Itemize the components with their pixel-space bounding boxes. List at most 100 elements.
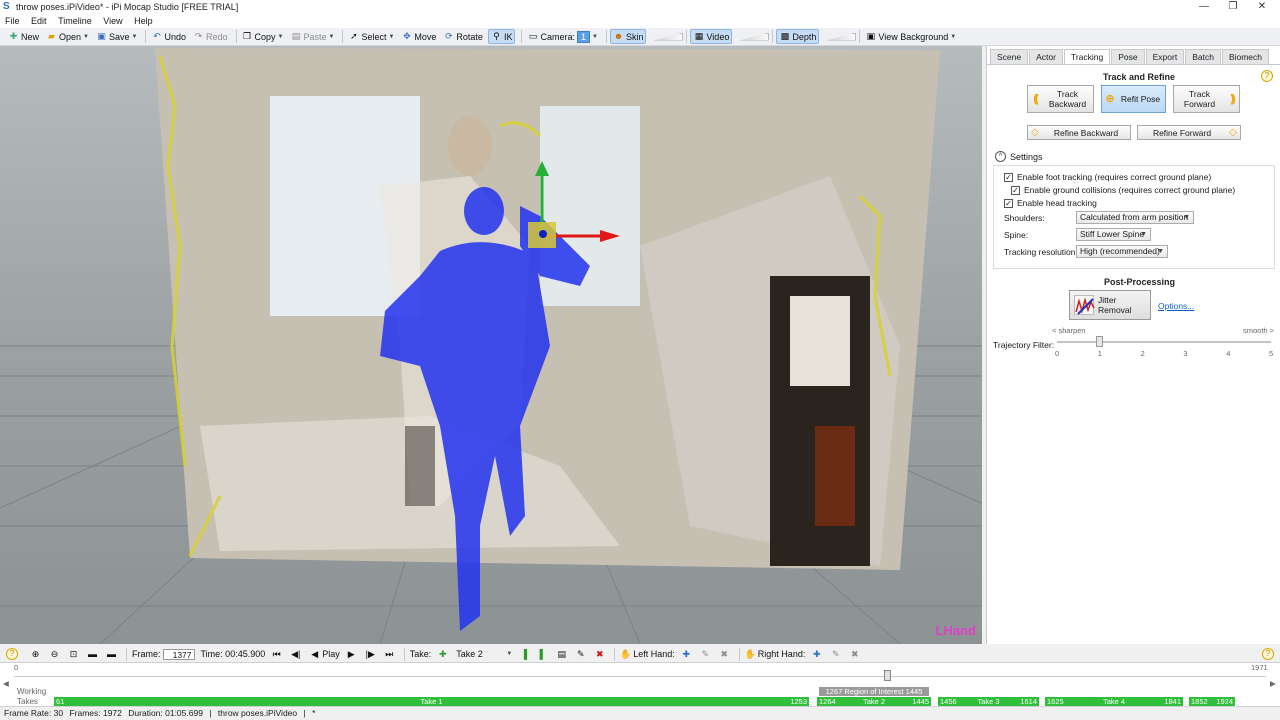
take-segment[interactable]: 61 Take 1 1253 — [54, 697, 809, 706]
paste-button[interactable]: ▤ Paste ▼ — [288, 29, 336, 44]
title-bar: S throw poses.iPiVideo* - iPi Mocap Stud… — [0, 0, 1280, 15]
minimize-button[interactable]: — — [1196, 1, 1212, 13]
tracking-resolution-select[interactable]: High (recommended) ▼ — [1076, 245, 1168, 258]
play-button[interactable]: ▶ — [344, 647, 361, 662]
menu-file[interactable]: File — [5, 15, 20, 28]
ground-collisions-checkbox[interactable]: ✓ Enable ground collisions (requires cor… — [1011, 185, 1235, 195]
take-tool-1[interactable]: ▐ — [516, 647, 533, 662]
playhead[interactable] — [884, 670, 891, 681]
step-back-button[interactable]: ◀| — [288, 647, 305, 662]
view-background-button[interactable]: ▣ View Background ▼ — [863, 29, 958, 44]
help-icon[interactable]: ? — [1261, 70, 1273, 82]
settings-toggle[interactable]: ^ Settings — [995, 151, 1043, 162]
3d-viewport[interactable]: LHand — [0, 46, 982, 644]
frame-field: Frame: 1377 — [130, 647, 197, 662]
right-hand-add-button[interactable]: ✚ — [809, 647, 826, 662]
right-hand-delete-button[interactable]: ✖ — [847, 647, 864, 662]
take-tool-2[interactable]: ▌ — [535, 647, 552, 662]
depth-opacity-slider[interactable] — [826, 32, 857, 41]
delete-take-button[interactable]: ✖ — [592, 647, 609, 662]
take-segment[interactable]: 1264 Take 2 1445 — [817, 697, 931, 706]
delete-icon: ✖ — [595, 648, 604, 659]
video-person-legs — [405, 426, 435, 506]
jitter-removal-button[interactable]: Jitter Removal — [1069, 290, 1151, 320]
move-button[interactable]: ✥ Move — [399, 29, 438, 44]
new-button[interactable]: ✚ New — [6, 29, 41, 44]
skin-toggle[interactable]: ☻ Skin — [609, 29, 647, 44]
depth-toggle[interactable]: ▩ Depth — [776, 29, 820, 44]
zoom-in-button[interactable]: ⊕ — [28, 647, 45, 662]
camera-selector[interactable]: ▭ Camera: 1 ▼ — [525, 29, 599, 44]
open-button[interactable]: ▰ Open ▼ — [44, 29, 91, 44]
take-segment[interactable]: 1852 1924 — [1189, 697, 1235, 706]
timeline[interactable]: 0 1971 ◀ ▶ Working Takes 1267 Region of … — [0, 662, 1280, 706]
take-segment[interactable]: 1625 Take 4 1841 — [1045, 697, 1183, 706]
camera-number[interactable]: 1 — [576, 30, 590, 43]
rotate-button[interactable]: ⟳ Rotate — [441, 29, 485, 44]
refine-forward-button[interactable]: Refine Forward ◇ — [1137, 125, 1241, 140]
tab-tracking[interactable]: Tracking — [1063, 49, 1111, 65]
tab-actor[interactable]: Actor — [1029, 49, 1063, 64]
tab-biomech[interactable]: Biomech — [1221, 49, 1270, 64]
right-hand-edit-button[interactable]: ✎ — [828, 647, 845, 662]
scene-render — [0, 48, 982, 644]
frame-input[interactable]: 1377 — [162, 648, 195, 660]
trajectory-filter-track[interactable] — [1057, 341, 1271, 343]
tab-export[interactable]: Export — [1145, 49, 1185, 64]
target-icon: ⊕ — [1105, 93, 1114, 105]
scroll-left-icon[interactable]: ◀ — [3, 679, 9, 688]
help-icon[interactable]: ? — [1262, 648, 1274, 660]
save-button[interactable]: ▣ Save ▼ — [94, 29, 139, 44]
step-forward-button[interactable]: |▶ — [363, 647, 380, 662]
trajectory-filter-thumb[interactable] — [1095, 336, 1103, 347]
go-start-button[interactable]: ⏮ — [269, 647, 286, 662]
spine-select[interactable]: Stiff Lower Spine ▼ — [1076, 228, 1151, 241]
add-take-button[interactable]: ✚ — [435, 647, 452, 662]
plus-icon: ✚ — [438, 648, 447, 659]
restore-button[interactable]: ❐ — [1225, 1, 1241, 13]
left-hand-add-button[interactable]: ✚ — [679, 647, 696, 662]
foot-tracking-checkbox[interactable]: ✓ Enable foot tracking (requires correct… — [1004, 172, 1211, 182]
tab-batch[interactable]: Batch — [1185, 49, 1221, 64]
left-hand-edit-button[interactable]: ✎ — [698, 647, 715, 662]
menu-edit[interactable]: Edit — [31, 15, 47, 28]
tracking-panel: Track and Refine ? (( Track Backward ⊕ R… — [987, 64, 1280, 644]
play-back-button[interactable]: ◀ Play — [307, 647, 342, 662]
take-select[interactable]: Take 2 ▼ — [454, 647, 514, 662]
close-button[interactable]: ✕ — [1254, 1, 1270, 13]
select-button[interactable]: ➚ Select ▼ — [346, 29, 396, 44]
go-end-button[interactable]: ⏭ — [382, 647, 399, 662]
options-link[interactable]: Options... — [1158, 301, 1194, 311]
video-opacity-slider[interactable] — [739, 32, 770, 41]
shoulders-select[interactable]: Calculated from arm position ▼ — [1076, 211, 1194, 224]
head-tracking-checkbox[interactable]: ✓ Enable head tracking — [1004, 198, 1097, 208]
left-hand-delete-button[interactable]: ✖ — [717, 647, 734, 662]
track-forward-button[interactable]: Track Forward )) — [1173, 85, 1240, 113]
take-segment[interactable]: 1456 Take 3 1614 — [938, 697, 1039, 706]
help-icon[interactable]: ? — [6, 648, 18, 660]
clip-button[interactable]: ▬ — [85, 647, 102, 662]
zoom-out-button[interactable]: ⊖ — [47, 647, 64, 662]
scroll-right-icon[interactable]: ▶ — [1270, 679, 1276, 688]
refine-backward-icon: ◇ — [1031, 127, 1039, 138]
menu-help[interactable]: Help — [134, 15, 153, 28]
timeline-ruler[interactable] — [14, 671, 1266, 677]
ik-toggle[interactable]: ⚲ IK — [487, 29, 516, 44]
tab-pose[interactable]: Pose — [1111, 49, 1145, 64]
menu-timeline[interactable]: Timeline — [58, 15, 92, 28]
region-of-interest[interactable]: 1267 Region of Interest 1445 — [819, 687, 929, 696]
trim-button[interactable]: ▬ — [104, 647, 121, 662]
take-tool-3[interactable]: ▤ — [554, 647, 571, 662]
redo-button[interactable]: ↷ Redo — [191, 29, 230, 44]
menu-view[interactable]: View — [103, 15, 122, 28]
zoom-fit-button[interactable]: ⊡ — [66, 647, 83, 662]
skin-opacity-slider[interactable] — [653, 32, 684, 41]
undo-button[interactable]: ↶ Undo — [149, 29, 188, 44]
refit-pose-button[interactable]: ⊕ Refit Pose — [1101, 85, 1166, 113]
tab-scene[interactable]: Scene — [990, 49, 1029, 64]
copy-button[interactable]: ❐ Copy ▼ — [240, 29, 286, 44]
refine-backward-button[interactable]: ◇ Refine Backward — [1027, 125, 1131, 140]
video-toggle[interactable]: ▦ Video — [690, 29, 733, 44]
track-backward-button[interactable]: (( Track Backward — [1027, 85, 1094, 113]
take-tool-4[interactable]: ✎ — [573, 647, 590, 662]
